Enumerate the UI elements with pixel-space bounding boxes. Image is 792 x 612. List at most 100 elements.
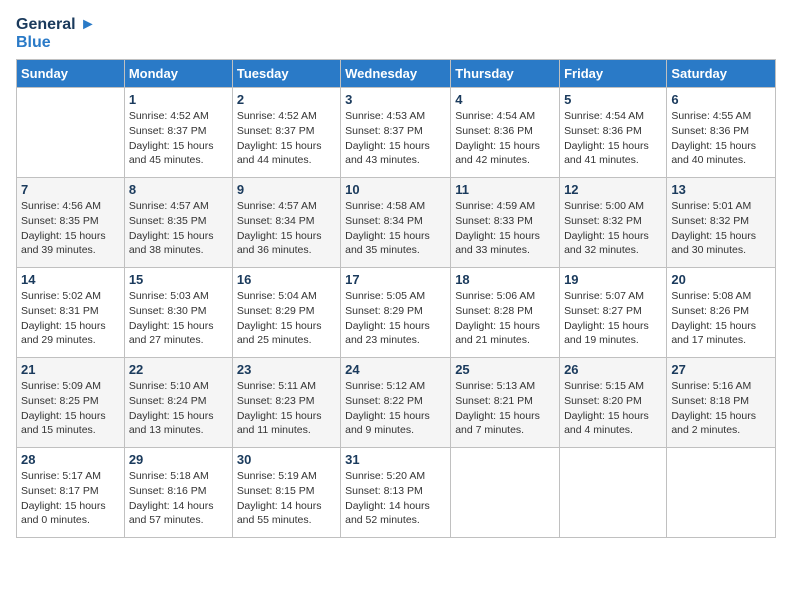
day-info: Sunrise: 5:03 AM Sunset: 8:30 PM Dayligh…: [129, 289, 228, 348]
day-number: 27: [671, 362, 771, 377]
day-info: Sunrise: 5:01 AM Sunset: 8:32 PM Dayligh…: [671, 199, 771, 258]
header-cell-friday: Friday: [560, 60, 667, 88]
day-info: Sunrise: 5:12 AM Sunset: 8:22 PM Dayligh…: [345, 379, 446, 438]
day-number: 25: [455, 362, 555, 377]
day-cell: 12 Sunrise: 5:00 AM Sunset: 8:32 PM Dayli…: [560, 178, 667, 268]
day-cell: [451, 448, 560, 538]
calendar-table: SundayMondayTuesdayWednesdayThursdayFrid…: [16, 59, 776, 538]
week-row-4: 21 Sunrise: 5:09 AM Sunset: 8:25 PM Dayli…: [17, 358, 776, 448]
day-cell: [667, 448, 776, 538]
day-info: Sunrise: 5:05 AM Sunset: 8:29 PM Dayligh…: [345, 289, 446, 348]
day-cell: 18 Sunrise: 5:06 AM Sunset: 8:28 PM Dayli…: [451, 268, 560, 358]
day-cell: 22 Sunrise: 5:10 AM Sunset: 8:24 PM Dayli…: [124, 358, 232, 448]
day-info: Sunrise: 5:00 AM Sunset: 8:32 PM Dayligh…: [564, 199, 662, 258]
day-number: 13: [671, 182, 771, 197]
day-number: 18: [455, 272, 555, 287]
day-number: 22: [129, 362, 228, 377]
day-info: Sunrise: 5:10 AM Sunset: 8:24 PM Dayligh…: [129, 379, 228, 438]
day-info: Sunrise: 5:20 AM Sunset: 8:13 PM Dayligh…: [345, 469, 446, 528]
day-number: 19: [564, 272, 662, 287]
day-info: Sunrise: 5:11 AM Sunset: 8:23 PM Dayligh…: [237, 379, 336, 438]
day-cell: 19 Sunrise: 5:07 AM Sunset: 8:27 PM Dayli…: [560, 268, 667, 358]
day-cell: 21 Sunrise: 5:09 AM Sunset: 8:25 PM Dayli…: [17, 358, 125, 448]
day-info: Sunrise: 5:09 AM Sunset: 8:25 PM Dayligh…: [21, 379, 120, 438]
day-cell: [560, 448, 667, 538]
day-info: Sunrise: 4:59 AM Sunset: 8:33 PM Dayligh…: [455, 199, 555, 258]
day-cell: 29 Sunrise: 5:18 AM Sunset: 8:16 PM Dayli…: [124, 448, 232, 538]
day-number: 5: [564, 92, 662, 107]
day-info: Sunrise: 4:57 AM Sunset: 8:34 PM Dayligh…: [237, 199, 336, 258]
day-info: Sunrise: 4:54 AM Sunset: 8:36 PM Dayligh…: [455, 109, 555, 168]
day-info: Sunrise: 5:08 AM Sunset: 8:26 PM Dayligh…: [671, 289, 771, 348]
day-number: 10: [345, 182, 446, 197]
day-info: Sunrise: 5:17 AM Sunset: 8:17 PM Dayligh…: [21, 469, 120, 528]
header-cell-thursday: Thursday: [451, 60, 560, 88]
day-number: 9: [237, 182, 336, 197]
week-row-1: 1 Sunrise: 4:52 AM Sunset: 8:37 PM Daylig…: [17, 88, 776, 178]
day-cell: 16 Sunrise: 5:04 AM Sunset: 8:29 PM Dayli…: [232, 268, 340, 358]
day-info: Sunrise: 5:06 AM Sunset: 8:28 PM Dayligh…: [455, 289, 555, 348]
day-number: 8: [129, 182, 228, 197]
day-cell: 23 Sunrise: 5:11 AM Sunset: 8:23 PM Dayli…: [232, 358, 340, 448]
day-number: 14: [21, 272, 120, 287]
day-cell: 5 Sunrise: 4:54 AM Sunset: 8:36 PM Daylig…: [560, 88, 667, 178]
day-number: 3: [345, 92, 446, 107]
day-info: Sunrise: 4:53 AM Sunset: 8:37 PM Dayligh…: [345, 109, 446, 168]
day-cell: 3 Sunrise: 4:53 AM Sunset: 8:37 PM Daylig…: [341, 88, 451, 178]
day-number: 1: [129, 92, 228, 107]
day-cell: 15 Sunrise: 5:03 AM Sunset: 8:30 PM Dayli…: [124, 268, 232, 358]
day-number: 7: [21, 182, 120, 197]
week-row-5: 28 Sunrise: 5:17 AM Sunset: 8:17 PM Dayli…: [17, 448, 776, 538]
day-cell: 14 Sunrise: 5:02 AM Sunset: 8:31 PM Dayli…: [17, 268, 125, 358]
day-info: Sunrise: 5:19 AM Sunset: 8:15 PM Dayligh…: [237, 469, 336, 528]
day-info: Sunrise: 4:52 AM Sunset: 8:37 PM Dayligh…: [237, 109, 336, 168]
day-number: 6: [671, 92, 771, 107]
day-cell: 30 Sunrise: 5:19 AM Sunset: 8:15 PM Dayli…: [232, 448, 340, 538]
day-cell: 20 Sunrise: 5:08 AM Sunset: 8:26 PM Dayli…: [667, 268, 776, 358]
day-cell: 1 Sunrise: 4:52 AM Sunset: 8:37 PM Daylig…: [124, 88, 232, 178]
day-number: 28: [21, 452, 120, 467]
logo: General ►Blue: [16, 16, 96, 51]
day-number: 26: [564, 362, 662, 377]
day-cell: 2 Sunrise: 4:52 AM Sunset: 8:37 PM Daylig…: [232, 88, 340, 178]
day-cell: 9 Sunrise: 4:57 AM Sunset: 8:34 PM Daylig…: [232, 178, 340, 268]
header-cell-saturday: Saturday: [667, 60, 776, 88]
day-info: Sunrise: 5:02 AM Sunset: 8:31 PM Dayligh…: [21, 289, 120, 348]
day-info: Sunrise: 5:07 AM Sunset: 8:27 PM Dayligh…: [564, 289, 662, 348]
day-cell: 6 Sunrise: 4:55 AM Sunset: 8:36 PM Daylig…: [667, 88, 776, 178]
calendar-header-row: SundayMondayTuesdayWednesdayThursdayFrid…: [17, 60, 776, 88]
day-info: Sunrise: 4:52 AM Sunset: 8:37 PM Dayligh…: [129, 109, 228, 168]
day-info: Sunrise: 4:57 AM Sunset: 8:35 PM Dayligh…: [129, 199, 228, 258]
day-info: Sunrise: 5:18 AM Sunset: 8:16 PM Dayligh…: [129, 469, 228, 528]
day-number: 16: [237, 272, 336, 287]
day-number: 29: [129, 452, 228, 467]
day-number: 21: [21, 362, 120, 377]
day-number: 2: [237, 92, 336, 107]
day-info: Sunrise: 4:58 AM Sunset: 8:34 PM Dayligh…: [345, 199, 446, 258]
day-cell: 27Sunrise: 5:16 AM Sunset: 8:18 PM Dayli…: [667, 358, 776, 448]
day-info: Sunrise: 5:15 AM Sunset: 8:20 PM Dayligh…: [564, 379, 662, 438]
day-cell: 17 Sunrise: 5:05 AM Sunset: 8:29 PM Dayli…: [341, 268, 451, 358]
day-cell: 10 Sunrise: 4:58 AM Sunset: 8:34 PM Dayli…: [341, 178, 451, 268]
day-number: 15: [129, 272, 228, 287]
day-info: Sunrise: 4:55 AM Sunset: 8:36 PM Dayligh…: [671, 109, 771, 168]
week-row-3: 14 Sunrise: 5:02 AM Sunset: 8:31 PM Dayli…: [17, 268, 776, 358]
day-cell: 31 Sunrise: 5:20 AM Sunset: 8:13 PM Dayli…: [341, 448, 451, 538]
day-cell: 8 Sunrise: 4:57 AM Sunset: 8:35 PM Daylig…: [124, 178, 232, 268]
day-number: 31: [345, 452, 446, 467]
day-info: Sunrise: 4:54 AM Sunset: 8:36 PM Dayligh…: [564, 109, 662, 168]
day-cell: [17, 88, 125, 178]
day-cell: 24 Sunrise: 5:12 AM Sunset: 8:22 PM Dayli…: [341, 358, 451, 448]
day-number: 11: [455, 182, 555, 197]
day-number: 30: [237, 452, 336, 467]
day-info: Sunrise: 5:04 AM Sunset: 8:29 PM Dayligh…: [237, 289, 336, 348]
day-number: 17: [345, 272, 446, 287]
day-cell: 4Sunrise: 4:54 AM Sunset: 8:36 PM Daylig…: [451, 88, 560, 178]
page-header: General ►Blue: [16, 16, 776, 51]
day-cell: 28 Sunrise: 5:17 AM Sunset: 8:17 PM Dayli…: [17, 448, 125, 538]
day-number: 24: [345, 362, 446, 377]
day-number: 20: [671, 272, 771, 287]
day-number: 12: [564, 182, 662, 197]
day-cell: 26 Sunrise: 5:15 AM Sunset: 8:20 PM Dayli…: [560, 358, 667, 448]
day-number: 23: [237, 362, 336, 377]
